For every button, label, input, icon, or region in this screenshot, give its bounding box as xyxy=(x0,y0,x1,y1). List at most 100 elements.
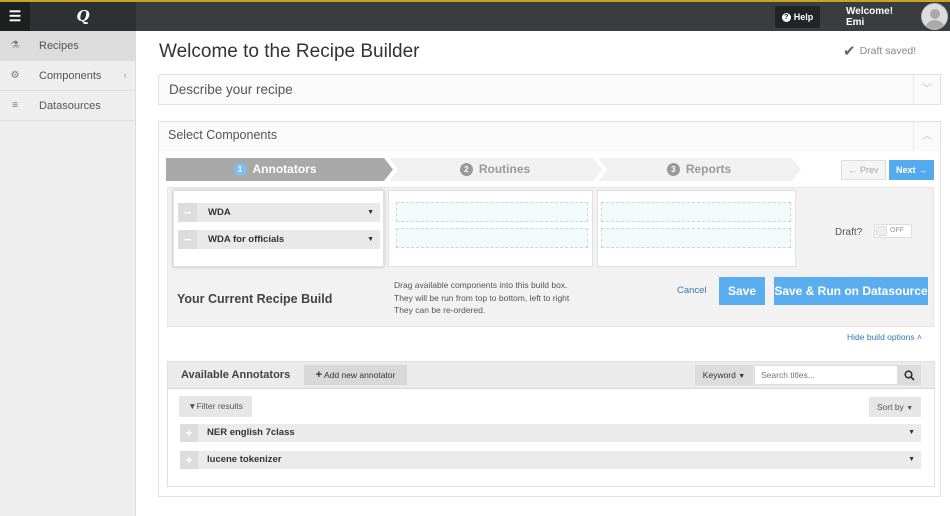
main-content: Welcome to the Recipe Builder ✔ Draft sav… xyxy=(136,31,950,516)
build-column-2[interactable] xyxy=(388,190,593,267)
welcome-username: Emi xyxy=(846,17,865,28)
help-line: They can be re-ordered. xyxy=(394,305,486,315)
search-icon xyxy=(904,370,915,381)
build-area: − WDA ▼ − WDA for officials ▼ Draft? OFF… xyxy=(167,187,934,327)
chevron-left-icon[interactable]: ‹ xyxy=(124,61,127,91)
components-panel-header[interactable]: Select Components ︿ xyxy=(159,122,940,151)
available-annotators-title: Available Annotators xyxy=(181,369,291,381)
chevron-up-icon[interactable]: ︿ xyxy=(913,122,940,151)
minus-icon[interactable]: − xyxy=(178,203,197,222)
help-button[interactable]: ? Help xyxy=(775,6,820,28)
prev-label: Prev xyxy=(860,165,879,175)
describe-panel-title: Describe your recipe xyxy=(169,82,293,97)
recipe-build-title: Your Current Recipe Build xyxy=(177,292,333,306)
add-annotator-button[interactable]: + Add new annotator xyxy=(304,365,407,385)
search-button[interactable] xyxy=(898,365,921,385)
filter-icon: ▼ xyxy=(188,401,197,411)
components-panel-title: Select Components xyxy=(168,128,278,142)
caret-down-icon: ▼ xyxy=(906,405,914,412)
toggle-knob xyxy=(876,226,887,236)
sidebar: ⚗ Recipes ⚙ Components ‹ ≡ Datasources xyxy=(0,31,136,516)
draft-status: ✔ Draft saved! xyxy=(843,42,916,60)
sort-label: Sort by xyxy=(876,402,904,412)
filter-label: Filter results xyxy=(196,401,243,411)
caret-down-icon[interactable]: ▼ xyxy=(367,203,374,222)
help-label: Help xyxy=(793,12,814,22)
keyword-label: Keyword xyxy=(702,370,736,380)
prev-button[interactable]: ← Prev xyxy=(841,160,886,180)
plus-icon[interactable]: + xyxy=(180,424,198,442)
sort-by-dropdown[interactable]: Sort by ▼ xyxy=(869,397,921,417)
cancel-link[interactable]: Cancel xyxy=(677,285,707,296)
sidebar-item-label: Components xyxy=(39,70,102,82)
describe-panel-header[interactable]: Describe your recipe ﹀ xyxy=(159,75,940,104)
sidebar-item-components[interactable]: ⚙ Components ‹ xyxy=(0,61,135,91)
hide-build-options-link[interactable]: Hide build options ˄ xyxy=(847,332,922,342)
build-column-3[interactable] xyxy=(597,190,796,267)
flask-icon: ⚗ xyxy=(10,40,20,51)
recipe-build-help: Drag available components into this buil… xyxy=(394,279,569,317)
drop-slot[interactable] xyxy=(601,228,791,248)
hide-options-label: Hide build options xyxy=(847,332,915,342)
search-input[interactable] xyxy=(754,365,898,385)
build-item[interactable]: − WDA ▼ xyxy=(178,203,380,222)
drop-slot[interactable] xyxy=(396,202,588,222)
save-run-button[interactable]: Save & Run on Datasource xyxy=(774,277,928,305)
describe-panel: Describe your recipe ﹀ xyxy=(158,74,941,105)
minus-icon[interactable]: − xyxy=(178,230,197,249)
database-icon: ≡ xyxy=(12,100,18,111)
help-line: They will be run from top to bottom, lef… xyxy=(394,292,570,303)
draft-label: Draft? xyxy=(835,227,863,238)
question-icon: ? xyxy=(781,13,791,23)
chevron-down-icon[interactable]: ﹀ xyxy=(913,75,940,104)
build-item[interactable]: − WDA for officials ▼ xyxy=(178,230,380,249)
wizard-step-reports[interactable]: 3 Reports xyxy=(606,158,792,181)
hamburger-icon[interactable]: ☰ xyxy=(0,2,30,31)
sidebar-item-datasources[interactable]: ≡ Datasources xyxy=(0,91,135,121)
chevron-up-icon: ˄ xyxy=(916,332,922,342)
page-title: Welcome to the Recipe Builder xyxy=(159,41,420,62)
step-label: Annotators xyxy=(252,162,317,176)
filter-results-button[interactable]: ▼Filter results xyxy=(179,396,252,417)
caret-down-icon[interactable]: ▼ xyxy=(908,424,915,442)
available-annotators-panel: Available Annotators + Add new annotator… xyxy=(167,361,935,487)
next-button[interactable]: Next → xyxy=(889,160,934,180)
step-number: 2 xyxy=(459,163,473,177)
step-number: 1 xyxy=(233,163,247,177)
drop-slot[interactable] xyxy=(396,228,588,248)
top-bar: ☰ Q ? Help Welcome! Emi xyxy=(0,0,950,31)
wizard-steps: 1 Annotators 2 Routines 3 Reports xyxy=(166,158,802,181)
wizard-step-routines[interactable]: 2 Routines xyxy=(397,158,593,181)
step-number: 3 xyxy=(666,163,680,177)
annotator-label: NER english 7class xyxy=(207,427,295,438)
annotator-row[interactable]: + NER english 7class ▼ xyxy=(180,424,921,442)
sidebar-item-label: Datasources xyxy=(39,100,101,112)
sidebar-item-label: Recipes xyxy=(39,40,79,52)
add-annotator-label: Add new annotator xyxy=(323,370,396,380)
build-column-1[interactable]: − WDA ▼ − WDA for officials ▼ xyxy=(173,190,384,267)
annotator-label: lucene tokenizer xyxy=(207,454,282,465)
draft-toggle[interactable]: OFF xyxy=(874,224,912,238)
caret-down-icon[interactable]: ▼ xyxy=(908,451,915,469)
available-annotators-header: Available Annotators + Add new annotator… xyxy=(168,362,934,389)
avatar[interactable] xyxy=(921,3,948,30)
check-icon: ✔ xyxy=(843,43,856,60)
drop-slot[interactable] xyxy=(601,202,791,222)
step-label: Reports xyxy=(685,162,732,176)
keyword-dropdown[interactable]: Keyword ▼ xyxy=(695,365,753,385)
toggle-label: OFF xyxy=(890,227,904,234)
annotator-row[interactable]: + lucene tokenizer ▼ xyxy=(180,451,921,469)
cogs-icon: ⚙ xyxy=(10,70,20,81)
step-label: Routines xyxy=(478,162,531,176)
plus-icon: + xyxy=(315,369,323,381)
save-button[interactable]: Save xyxy=(719,277,765,305)
welcome-greeting: Welcome! xyxy=(846,6,894,17)
wizard-step-annotators[interactable]: 1 Annotators xyxy=(166,158,384,181)
app-logo[interactable]: Q xyxy=(30,2,136,31)
plus-icon[interactable]: + xyxy=(180,451,198,469)
help-line: Drag available components into this buil… xyxy=(394,280,568,290)
caret-down-icon[interactable]: ▼ xyxy=(367,230,374,249)
next-label: Next xyxy=(895,165,916,175)
build-item-label: WDA for officials xyxy=(208,234,285,245)
sidebar-item-recipes[interactable]: ⚗ Recipes xyxy=(0,31,135,61)
